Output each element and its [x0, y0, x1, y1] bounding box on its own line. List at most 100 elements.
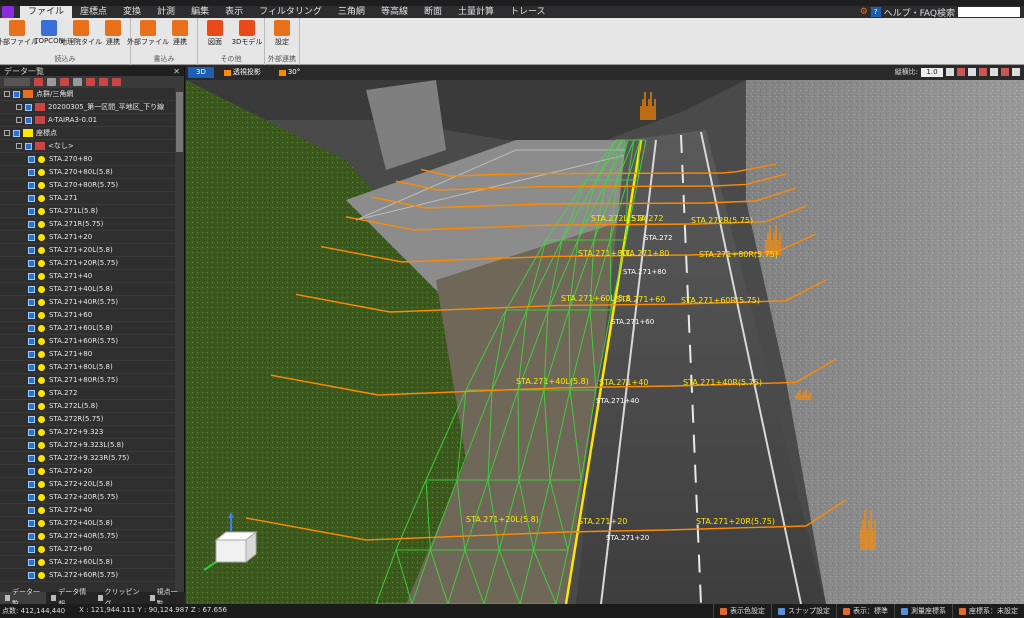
status-button-2[interactable]: 表示：標準: [836, 604, 894, 618]
export-icon[interactable]: [99, 78, 108, 86]
tree-row[interactable]: STA.271+40R(5.75): [0, 296, 176, 309]
view-iso-icon[interactable]: [1001, 68, 1009, 76]
angle-button[interactable]: 30°: [271, 67, 308, 78]
status-button-1[interactable]: スナップ設定: [771, 604, 836, 618]
app-logo-icon[interactable]: [2, 6, 14, 18]
tree-row[interactable]: STA.271+80: [0, 348, 176, 361]
visibility-checkbox[interactable]: [28, 415, 35, 423]
scroll-thumb[interactable]: [176, 92, 183, 152]
visibility-checkbox[interactable]: [28, 168, 35, 176]
menu-item-4[interactable]: 編集: [183, 6, 217, 18]
property-box[interactable]: [4, 78, 30, 86]
visibility-checkbox[interactable]: [28, 194, 35, 202]
expand-icon[interactable]: [16, 104, 22, 110]
ribbon-button-2-1[interactable]: 3Dモデル: [232, 20, 262, 47]
visibility-checkbox[interactable]: [28, 259, 35, 267]
ribbon-button-2-0[interactable]: 図面: [200, 20, 230, 47]
visibility-checkbox[interactable]: [28, 389, 35, 397]
menu-item-7[interactable]: 三角網: [330, 6, 373, 18]
tree-row[interactable]: <なし>: [0, 140, 176, 153]
visibility-checkbox[interactable]: [28, 428, 35, 436]
tree-row[interactable]: STA.271+20L(5.8): [0, 244, 176, 257]
visibility-checkbox[interactable]: [28, 298, 35, 306]
visibility-checkbox[interactable]: [28, 467, 35, 475]
visibility-checkbox[interactable]: [13, 90, 20, 98]
view-fit-icon[interactable]: [1012, 68, 1020, 76]
tree-row[interactable]: STA.271+60R(5.75): [0, 335, 176, 348]
visibility-checkbox[interactable]: [28, 337, 35, 345]
visibility-checkbox[interactable]: [28, 558, 35, 566]
tree-row[interactable]: STA.272+20L(5.8): [0, 478, 176, 491]
visibility-checkbox[interactable]: [28, 207, 35, 215]
projection-button[interactable]: 透視投影: [216, 67, 269, 78]
menu-item-6[interactable]: フィルタリング: [251, 6, 330, 18]
expand-icon[interactable]: [16, 143, 22, 149]
home-view-icon[interactable]: [946, 68, 954, 76]
visibility-checkbox[interactable]: [28, 285, 35, 293]
status-button-3[interactable]: 測量座標系: [894, 604, 952, 618]
tree-row[interactable]: STA.272+9.323R(5.75): [0, 452, 176, 465]
mode-3d-button[interactable]: 3D: [188, 67, 214, 78]
tree-row[interactable]: STA.271+20R(5.75): [0, 257, 176, 270]
visibility-checkbox[interactable]: [28, 324, 35, 332]
visibility-checkbox[interactable]: [25, 116, 32, 124]
help-label[interactable]: ヘルプ・FAQ検索: [884, 6, 955, 19]
panel-tab-3[interactable]: 視点一覧: [145, 588, 185, 608]
ribbon-button-1-0[interactable]: 外部ファイル: [127, 20, 169, 47]
tree-row[interactable]: STA.271L(5.8): [0, 205, 176, 218]
tree-scrollbar[interactable]: [175, 88, 184, 592]
visibility-checkbox[interactable]: [13, 129, 20, 137]
tree-row[interactable]: STA.272R(5.75): [0, 413, 176, 426]
visibility-checkbox[interactable]: [28, 233, 35, 241]
tree-row[interactable]: STA.271+60L(5.8): [0, 322, 176, 335]
view-front-icon[interactable]: [968, 68, 976, 76]
tree-row[interactable]: STA.270+80: [0, 153, 176, 166]
tree-row[interactable]: STA.270+80L(5.8): [0, 166, 176, 179]
ribbon-button-3-0[interactable]: 設定: [267, 20, 297, 47]
visibility-checkbox[interactable]: [28, 571, 35, 579]
ribbon-button-0-0[interactable]: 外部ファイル: [0, 20, 38, 47]
tree-row[interactable]: STA.272+9.323: [0, 426, 176, 439]
ribbon-button-0-3[interactable]: 連携: [98, 20, 128, 47]
expand-icon[interactable]: [4, 130, 10, 136]
menu-item-9[interactable]: 断面: [416, 6, 450, 18]
status-button-0[interactable]: 表示色設定: [713, 604, 771, 618]
visibility-checkbox[interactable]: [25, 142, 32, 150]
tree-row[interactable]: 点群/三角網: [0, 88, 176, 101]
tree-row[interactable]: STA.272L(5.8): [0, 400, 176, 413]
tree-row[interactable]: STA.272+20R(5.75): [0, 491, 176, 504]
visibility-checkbox[interactable]: [28, 506, 35, 514]
help-search-input[interactable]: [958, 7, 1020, 17]
tree-row[interactable]: STA.271+80R(5.75): [0, 374, 176, 387]
tree-row[interactable]: A-TAIRA3-0.01: [0, 114, 176, 127]
menu-item-0[interactable]: ファイル: [20, 6, 73, 18]
panel-close-icon[interactable]: ✕: [173, 67, 180, 76]
tree-row[interactable]: STA.271+20: [0, 231, 176, 244]
visibility-checkbox[interactable]: [28, 311, 35, 319]
tree-row[interactable]: STA.272: [0, 387, 176, 400]
tree-row[interactable]: 20200305_第一区間_平地区_下り線: [0, 101, 176, 114]
visibility-checkbox[interactable]: [28, 545, 35, 553]
visibility-checkbox[interactable]: [28, 454, 35, 462]
menu-item-3[interactable]: 計測: [149, 6, 183, 18]
visibility-checkbox[interactable]: [28, 532, 35, 540]
view-top-icon[interactable]: [957, 68, 965, 76]
point-cloud-scene[interactable]: STA.271+20L(5.8) STA.271+20 STA.271+20R(5.…: [186, 80, 1024, 604]
tree-row[interactable]: STA.272+60: [0, 543, 176, 556]
expand-icon[interactable]: [16, 117, 22, 123]
ribbon-button-1-1[interactable]: 連携: [165, 20, 195, 47]
menu-item-8[interactable]: 等高線: [373, 6, 416, 18]
tree-row[interactable]: STA.272+60R(5.75): [0, 569, 176, 582]
ribbon-button-0-2[interactable]: 地理院タイル: [60, 20, 102, 47]
panel-tab-2[interactable]: クリッピング: [93, 588, 145, 608]
tree-row[interactable]: STA.271R(5.75): [0, 218, 176, 231]
visibility-checkbox[interactable]: [28, 181, 35, 189]
tree-row[interactable]: STA.272+20: [0, 465, 176, 478]
status-button-4[interactable]: 座標系：未設定: [952, 604, 1024, 618]
edit-icon[interactable]: [47, 78, 56, 86]
move-icon[interactable]: [73, 78, 82, 86]
tree-row[interactable]: STA.272+60L(5.8): [0, 556, 176, 569]
tree-row[interactable]: STA.270+80R(5.75): [0, 179, 176, 192]
visibility-checkbox[interactable]: [28, 402, 35, 410]
visibility-checkbox[interactable]: [28, 376, 35, 384]
